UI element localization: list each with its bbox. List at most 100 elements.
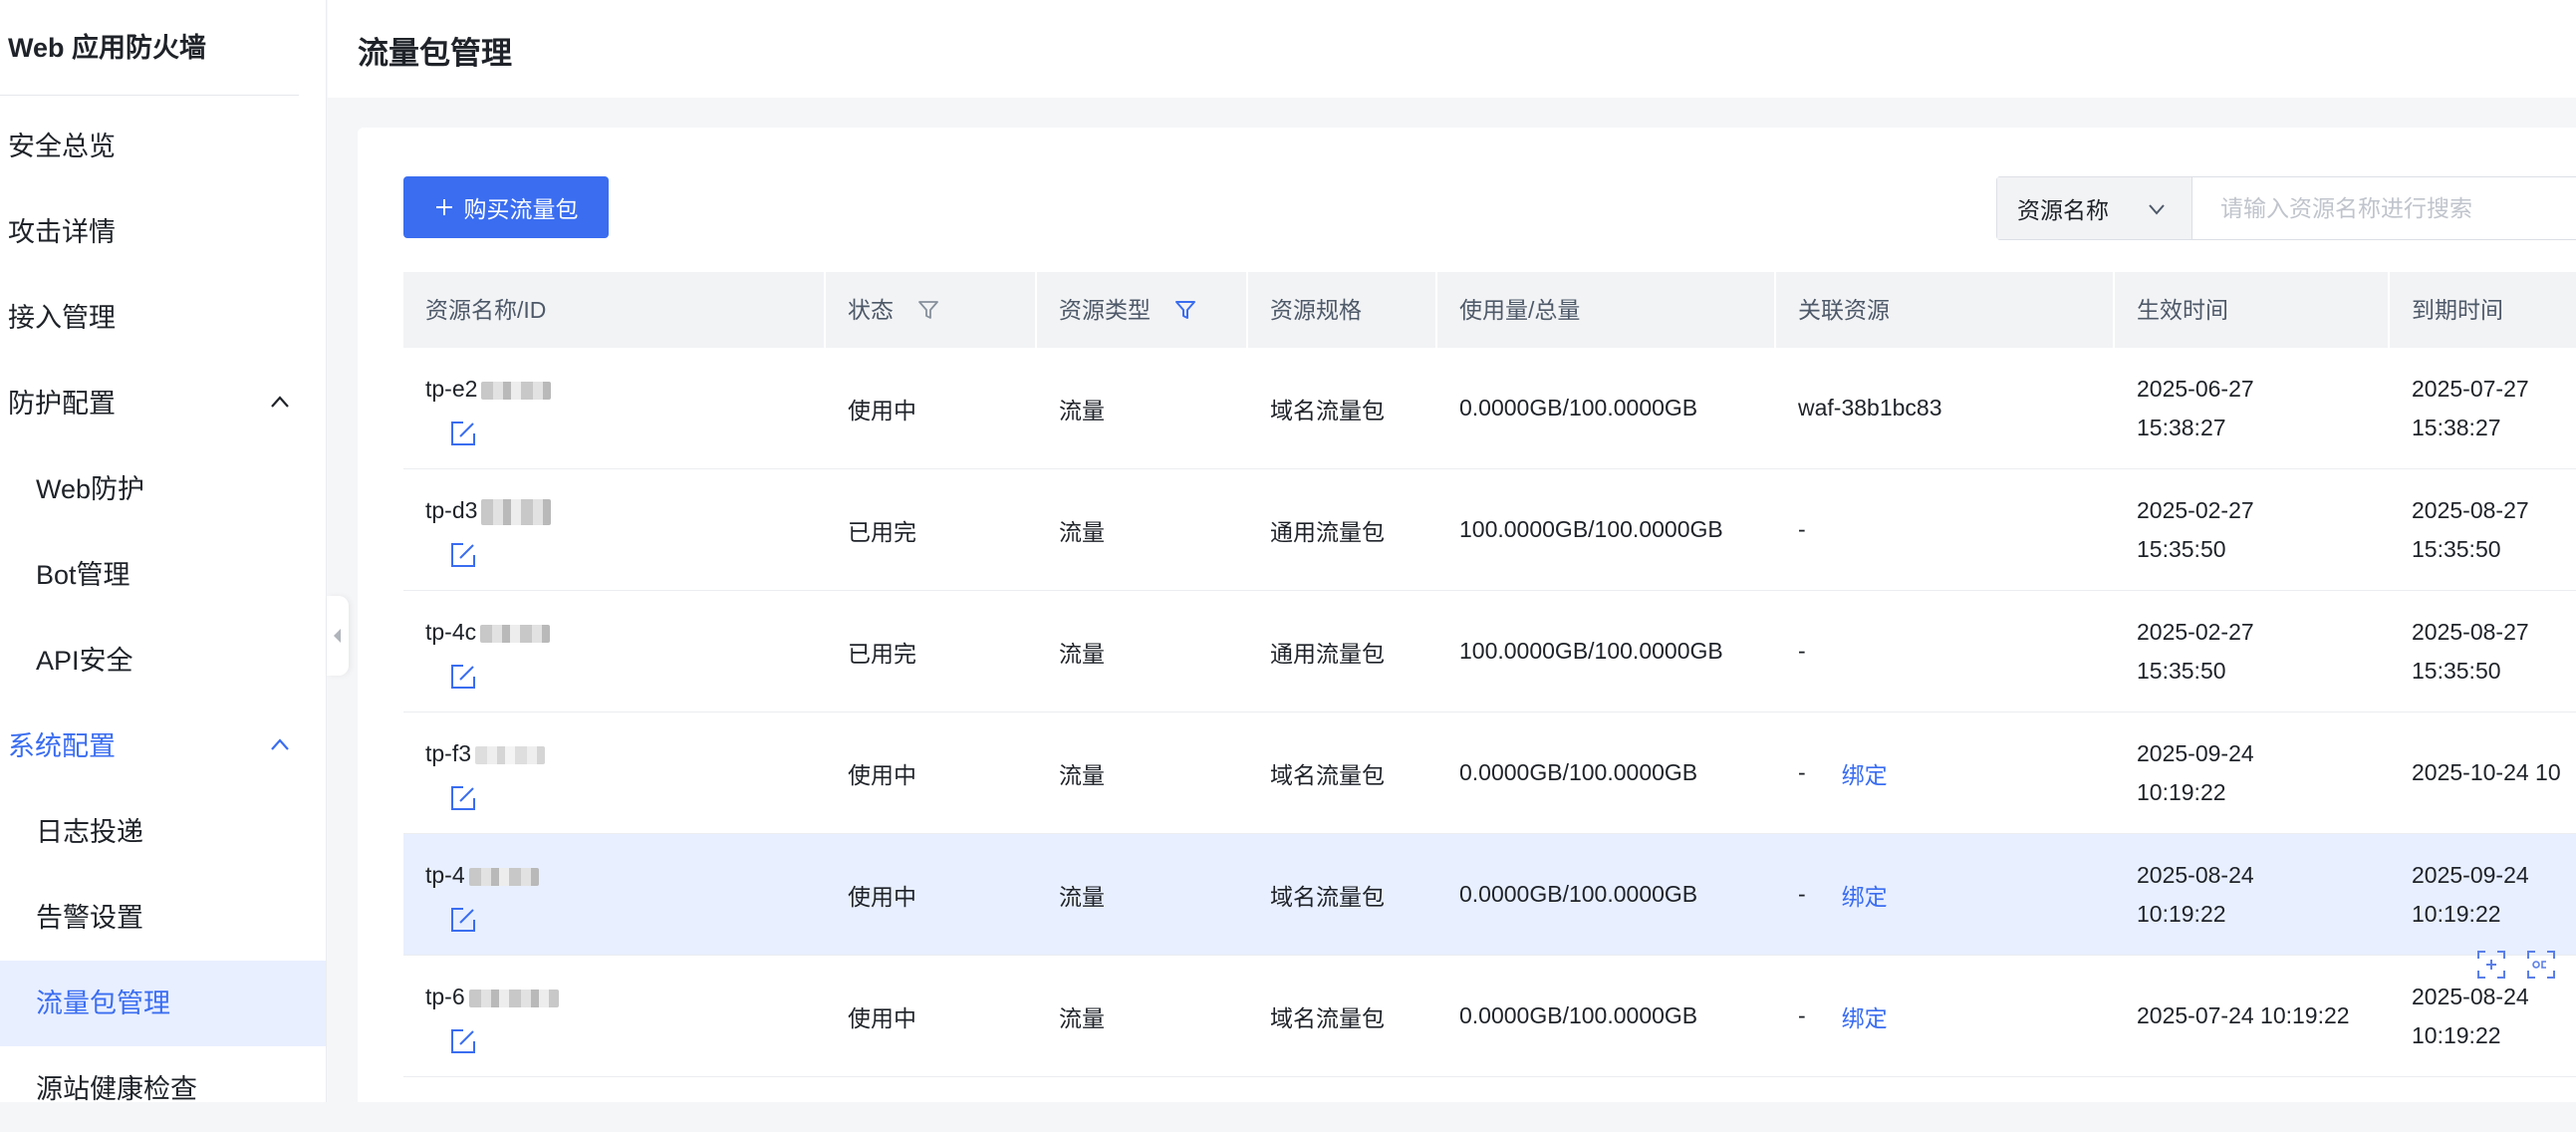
cell-resource: - bbox=[1798, 516, 1806, 542]
filter-icon[interactable] bbox=[917, 299, 939, 321]
sidebar-item-api-security[interactable]: API安全 bbox=[0, 618, 326, 704]
bind-link[interactable]: 绑定 bbox=[1842, 999, 1888, 1033]
chevron-up-icon bbox=[271, 738, 289, 750]
ocr-icon[interactable] bbox=[2525, 949, 2557, 981]
search-field-select[interactable]: 资源名称 bbox=[1997, 177, 2192, 239]
table-row: tp-f3 使用中 流量 域名流量包 0.0000GB/100.0000GB -… bbox=[403, 712, 2576, 834]
table-row: tp-4c 已用完 流量 通用流量包 100.0000GB/100.0000GB… bbox=[403, 591, 2576, 712]
cell-name: tp-d3 bbox=[403, 469, 822, 590]
redacted-id bbox=[481, 498, 552, 525]
cell-name: tp-4 bbox=[403, 834, 822, 955]
sidebar-item-bot-management[interactable]: Bot管理 bbox=[0, 532, 326, 618]
buy-traffic-package-button[interactable]: 购买流量包 bbox=[403, 176, 609, 238]
resource-name: tp-4 bbox=[425, 862, 465, 888]
app-title: Web 应用防火墙 bbox=[0, 0, 299, 96]
page-title: 流量包管理 bbox=[358, 36, 512, 71]
col-header-end-time: 到期时间 bbox=[2412, 297, 2503, 323]
sidebar-item-access-management[interactable]: 接入管理 bbox=[0, 275, 326, 361]
sidebar-item-security-overview[interactable]: 安全总览 bbox=[0, 104, 326, 189]
cell-usage: 100.0000GB/100.0000GB bbox=[1459, 516, 1723, 542]
plus-icon bbox=[435, 199, 452, 215]
sidebar: Web 应用防火墙 安全总览 攻击详情 接入管理 防护配置 Web防护 Bot管… bbox=[0, 0, 327, 1104]
sidebar-group-system-config[interactable]: 系统配置 bbox=[0, 704, 326, 789]
cell-start-time: 2025-02-27 15:35:50 bbox=[2137, 618, 2254, 684]
filter-active-icon[interactable] bbox=[1174, 299, 1196, 321]
cell-resource: - bbox=[1798, 638, 1806, 664]
cell-status: 已用完 bbox=[848, 518, 916, 545]
edit-icon[interactable] bbox=[449, 784, 477, 812]
cell-end-time: 2025-08-27 15:35:50 bbox=[2412, 618, 2529, 684]
redacted-id bbox=[475, 745, 546, 764]
sidebar-group-protection-config[interactable]: 防护配置 bbox=[0, 361, 326, 446]
cell-name: tp-f3 bbox=[403, 712, 822, 833]
cell-usage: 0.0000GB/100.0000GB bbox=[1459, 759, 1698, 785]
sidebar-group-label: 防护配置 bbox=[8, 389, 116, 419]
resource-name: tp-4c bbox=[425, 619, 477, 645]
cell-status: 使用中 bbox=[848, 397, 916, 424]
col-header-status: 状态 bbox=[826, 272, 1037, 348]
cell-usage: 0.0000GB/100.0000GB bbox=[1459, 395, 1698, 421]
sidebar-item-alert-settings[interactable]: 告警设置 bbox=[0, 875, 326, 961]
cell-name: tp-e2 bbox=[403, 348, 822, 468]
col-header-spec: 资源规格 bbox=[1248, 272, 1437, 348]
sidebar-collapse-handle[interactable] bbox=[327, 596, 349, 676]
cell-name: tp-4c bbox=[403, 591, 822, 711]
table-header: 资源名称/ID 状态 资源类型 资源规格 使用量/总量 关联资源 生效时间 到期… bbox=[403, 272, 2576, 348]
cell-type: 流量 bbox=[1059, 640, 1105, 667]
resource-name: tp-f3 bbox=[425, 740, 472, 766]
edit-icon[interactable] bbox=[449, 541, 477, 569]
cell-type: 流量 bbox=[1059, 518, 1105, 545]
bind-link[interactable]: 绑定 bbox=[1842, 756, 1888, 790]
cell-type: 流量 bbox=[1059, 883, 1105, 910]
sidebar-item-origin-health-check[interactable]: 源站健康检查 bbox=[0, 1046, 326, 1132]
cell-end-time: 2025-10-24 10 bbox=[2412, 759, 2561, 785]
table-row: tp-d3 已用完 流量 通用流量包 100.0000GB/100.0000GB… bbox=[403, 469, 2576, 591]
cell-spec: 通用流量包 bbox=[1270, 640, 1385, 667]
cell-spec: 通用流量包 bbox=[1270, 518, 1385, 545]
sidebar-item-web-protection[interactable]: Web防护 bbox=[0, 446, 326, 532]
redacted-id bbox=[481, 381, 552, 400]
col-header-name: 资源名称/ID bbox=[403, 272, 826, 348]
search-input[interactable] bbox=[2192, 177, 2576, 239]
cell-spec: 域名流量包 bbox=[1270, 397, 1385, 424]
cell-start-time: 2025-02-27 15:35:50 bbox=[2137, 496, 2254, 562]
page-header: 流量包管理 bbox=[328, 0, 2576, 98]
cell-start-time: 2025-08-24 10:19:22 bbox=[2137, 861, 2254, 927]
redacted-id bbox=[468, 867, 539, 886]
cell-end-time: 2025-08-27 15:35:50 bbox=[2412, 496, 2529, 562]
sidebar-item-attack-details[interactable]: 攻击详情 bbox=[0, 189, 326, 275]
cell-status: 使用中 bbox=[848, 883, 916, 910]
cell-end-time: 2025-07-27 15:38:27 bbox=[2412, 375, 2529, 440]
edit-icon[interactable] bbox=[449, 1027, 477, 1055]
bind-link[interactable]: 绑定 bbox=[1842, 878, 1888, 912]
screenshot-icon[interactable] bbox=[2475, 949, 2507, 981]
floating-tools bbox=[2475, 949, 2557, 981]
cell-spec: 域名流量包 bbox=[1270, 1004, 1385, 1031]
edit-icon[interactable] bbox=[449, 420, 477, 447]
sidebar-item-traffic-package-management[interactable]: 流量包管理 bbox=[0, 961, 326, 1046]
edit-icon[interactable] bbox=[449, 663, 477, 691]
col-header-resource: 关联资源 bbox=[1776, 272, 2115, 348]
cell-type: 流量 bbox=[1059, 1004, 1105, 1031]
chevron-down-icon bbox=[2149, 204, 2165, 215]
cell-usage: 0.0000GB/100.0000GB bbox=[1459, 881, 1698, 907]
cell-end-time: 2025-09-24 10:19:22 bbox=[2412, 861, 2529, 927]
chevron-up-icon bbox=[271, 396, 289, 408]
cell-start-time: 2025-07-24 10:19:22 bbox=[2137, 1002, 2350, 1028]
table-row: tp-6 使用中 流量 域名流量包 0.0000GB/100.0000GB -绑… bbox=[403, 956, 2576, 1077]
cell-start-time: 2025-09-24 10:19:22 bbox=[2137, 739, 2254, 805]
resource-name: tp-d3 bbox=[425, 497, 478, 523]
cell-status: 使用中 bbox=[848, 761, 916, 788]
caret-left-icon bbox=[334, 629, 341, 643]
table-row: tp-e2 使用中 流量 域名流量包 0.0000GB/100.0000GB w… bbox=[403, 348, 2576, 469]
sidebar-item-log-delivery[interactable]: 日志投递 bbox=[0, 789, 326, 875]
content-card: 购买流量包 资源名称 资源名称/ID 状态 资源类型 资源规格 使用量/总量 关… bbox=[358, 128, 2576, 1102]
cell-start-time: 2025-06-27 15:38:27 bbox=[2137, 375, 2254, 440]
cell-spec: 域名流量包 bbox=[1270, 883, 1385, 910]
cell-usage: 100.0000GB/100.0000GB bbox=[1459, 638, 1723, 664]
cell-status: 使用中 bbox=[848, 1004, 916, 1031]
edit-icon[interactable] bbox=[449, 906, 477, 934]
redacted-id bbox=[480, 624, 551, 643]
col-header-start-time: 生效时间 bbox=[2115, 272, 2390, 348]
table-row: tp-4 使用中 流量 域名流量包 0.0000GB/100.0000GB -绑… bbox=[403, 834, 2576, 956]
